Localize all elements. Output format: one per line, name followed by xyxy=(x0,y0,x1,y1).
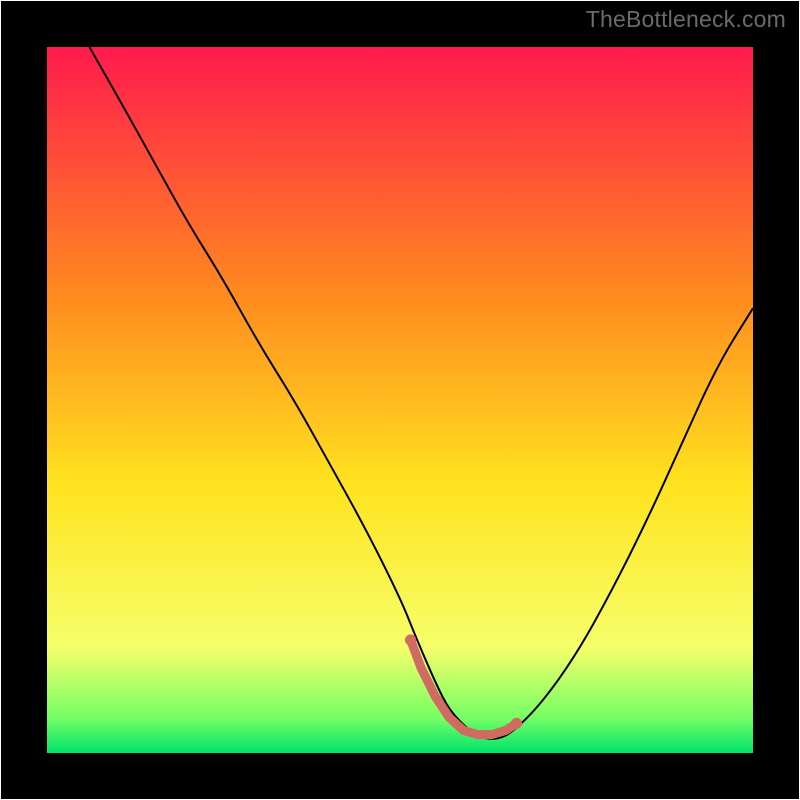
watermark-text: TheBottleneck.com xyxy=(586,6,786,33)
chart-plot-area xyxy=(0,0,800,800)
valley-highlight-endpoint xyxy=(511,718,522,729)
valley-highlight-endpoint xyxy=(405,634,416,645)
bottleneck-chart: TheBottleneck.com xyxy=(0,0,800,800)
chart-gradient-background xyxy=(47,47,753,753)
